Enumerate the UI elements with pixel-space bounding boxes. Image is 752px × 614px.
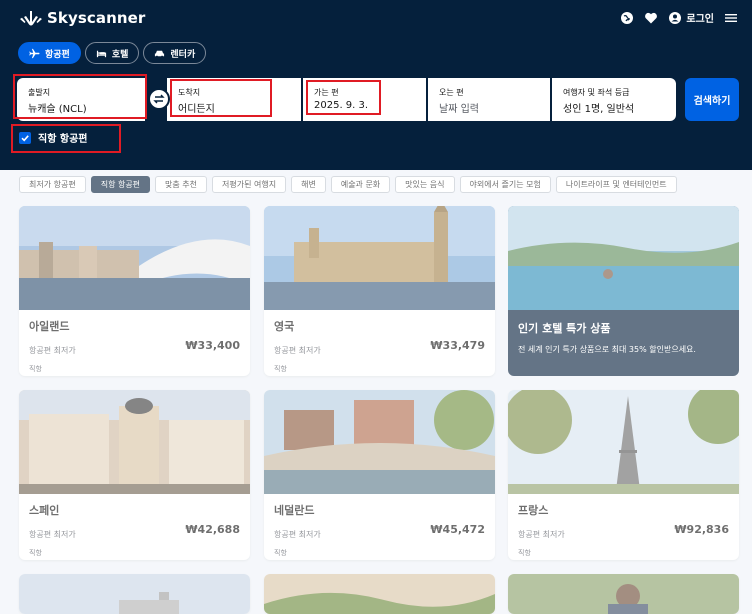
user-icon [668, 11, 682, 25]
card-tag: 직항 [274, 549, 287, 557]
card-title: 영국 [274, 320, 295, 333]
depart-label: 가는 편 [314, 88, 339, 97]
chip-beach[interactable]: 해변 [291, 176, 326, 193]
direct-flights-label: 직항 항공편 [38, 134, 88, 145]
travelers-value[interactable]: 성인 1명, 일반석 [563, 100, 665, 115]
heart-icon[interactable] [644, 11, 658, 25]
sunburst-logo-icon [20, 11, 42, 26]
promo-description: 전 세계 인기 특가 상품으로 최대 35% 할인받으세요. [518, 345, 696, 354]
bed-icon [96, 50, 106, 57]
destination-card-ireland[interactable]: 아일랜드 항공편 최저가 ₩33,400 직항 [19, 206, 250, 376]
checkbox-checked-icon[interactable] [19, 131, 31, 144]
tab-car-hire-label: 렌터카 [170, 49, 196, 60]
tab-flights-label: 항공편 [45, 49, 70, 60]
brand-name: Skyscanner [47, 9, 146, 27]
chip-outdoor[interactable]: 야외에서 즐기는 모험 [459, 176, 551, 193]
destination-field[interactable]: 도착지 어디든지 [167, 78, 301, 121]
travelers-cabin-field[interactable]: 여행자 및 좌석 등급 성인 1명, 일반석 [552, 78, 676, 121]
plane-icon [29, 48, 40, 58]
depart-value[interactable]: 2025. 9. 3. [314, 100, 415, 111]
depart-date-field[interactable]: 가는 편 2025. 9. 3. [303, 78, 426, 121]
direct-flights-checkbox[interactable]: 직항 항공편 [19, 130, 87, 145]
skyscanner-logo[interactable]: Skyscanner [19, 9, 145, 27]
netherlands-image [264, 390, 495, 494]
destination-card-row3-left[interactable] [19, 574, 250, 614]
return-date-field[interactable]: 오는 편 날짜 입력 [428, 78, 550, 121]
origin-field[interactable]: 출발지 뉴캐슬 (NCL) [17, 78, 145, 121]
destination-label: 도착지 [178, 88, 201, 97]
return-placeholder[interactable]: 날짜 입력 [439, 100, 539, 115]
tab-flights[interactable]: 항공편 [18, 42, 81, 64]
destination-card-uk[interactable]: 영국 항공편 최저가 ₩33,479 직항 [264, 206, 495, 376]
travelers-label: 여행자 및 좌석 등급 [563, 88, 630, 97]
chip-underrated[interactable]: 저평가된 여행지 [212, 176, 287, 193]
search-button[interactable]: 검색하기 [685, 78, 739, 121]
card-title: 프랑스 [518, 504, 549, 517]
menu-icon[interactable] [724, 11, 738, 25]
destination-card-row3-middle[interactable] [264, 574, 495, 614]
filter-chips: 최저가 항공편 직항 항공편 맞춤 추천 저평가된 여행지 해변 예술과 문화 … [19, 176, 677, 193]
destination-card-netherlands[interactable]: 네덜란드 항공편 최저가 ₩45,472 직항 [264, 390, 495, 560]
login-label: 로그인 [686, 14, 714, 25]
card-price: ₩45,472 [430, 523, 485, 536]
card-tag: 직항 [29, 549, 42, 557]
promo-title: 인기 호텔 특가 상품 [518, 322, 611, 335]
destination-card-france[interactable]: 프랑스 항공편 최저가 ₩92,836 직항 [508, 390, 739, 560]
tab-hotels[interactable]: 호텔 [84, 42, 140, 64]
infinity-pool-image [508, 206, 739, 310]
destination-value[interactable]: 어디든지 [178, 100, 290, 115]
hills-image [264, 574, 495, 614]
card-price: ₩33,479 [430, 339, 485, 352]
return-label: 오는 편 [439, 88, 464, 97]
tab-car-hire[interactable]: 렌터카 [143, 42, 207, 64]
chip-arts[interactable]: 예술과 문화 [330, 176, 391, 193]
card-tag: 직항 [274, 365, 287, 373]
card-price: ₩33,400 [185, 339, 240, 352]
card-title: 스페인 [29, 504, 60, 517]
login-button[interactable]: 로그인 [668, 10, 714, 25]
swap-arrows-icon [153, 94, 165, 104]
france-image [508, 390, 739, 494]
origin-label: 출발지 [28, 88, 51, 97]
card-price: ₩42,688 [185, 523, 240, 536]
globe-icon[interactable] [620, 11, 634, 25]
chip-recommended[interactable]: 맞춤 추천 [155, 176, 208, 193]
chip-cheapest[interactable]: 최저가 항공편 [19, 176, 86, 193]
card-title: 아일랜드 [29, 320, 70, 333]
traveler-image [508, 574, 739, 614]
destination-card-row3-right[interactable] [508, 574, 739, 614]
header: Skyscanner 로그인 항공편 호텔 렌터카 출발지 뉴캐슬 (NCL) … [0, 0, 752, 170]
card-title: 네덜란드 [274, 504, 315, 517]
spain-image [19, 390, 250, 494]
card-tag: 직항 [518, 549, 531, 557]
chip-direct[interactable]: 직항 항공편 [90, 176, 151, 193]
card-price: ₩92,836 [674, 523, 729, 536]
destination-card-spain[interactable]: 스페인 항공편 최저가 ₩42,688 직항 [19, 390, 250, 560]
origin-value[interactable]: 뉴캐슬 (NCL) [28, 100, 134, 115]
city-image [19, 574, 250, 614]
uk-image [264, 206, 495, 310]
ireland-image [19, 206, 250, 310]
card-tag: 직항 [29, 365, 42, 373]
chip-food[interactable]: 맛있는 음식 [395, 176, 455, 193]
chip-nightlife[interactable]: 나이트라이프 및 엔터테인먼트 [555, 176, 677, 193]
car-icon [155, 50, 165, 57]
swap-button[interactable] [148, 88, 170, 110]
tab-hotels-label: 호텔 [111, 49, 129, 60]
hotel-deals-promo[interactable]: 인기 호텔 특가 상품 전 세계 인기 특가 상품으로 최대 35% 할인받으세… [508, 206, 739, 376]
